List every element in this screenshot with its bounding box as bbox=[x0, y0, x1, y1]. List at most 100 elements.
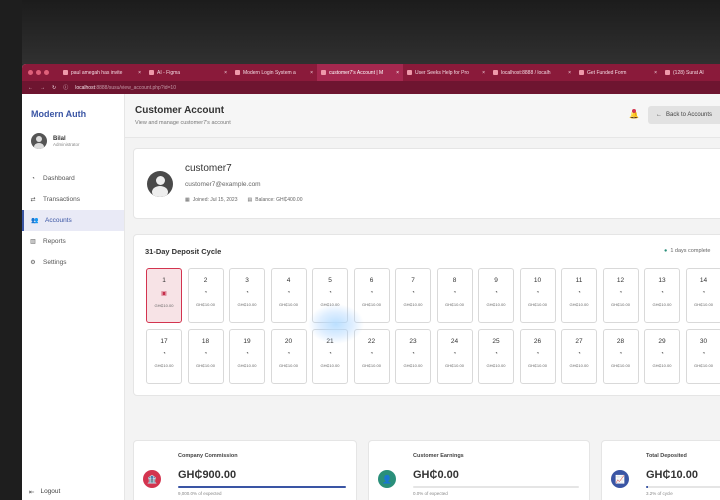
browser-tab[interactable]: Get Funded Form × bbox=[575, 64, 661, 81]
deposit-day-cell[interactable]: 4 ◔ GH₵10.00 bbox=[270, 268, 307, 323]
brand-logo[interactable]: Modern Auth bbox=[22, 94, 124, 119]
browser-tab[interactable]: paul amegah has invite × bbox=[59, 64, 145, 81]
deposit-day-cell[interactable]: 22 ◔ GH₵10.00 bbox=[353, 329, 390, 384]
tab-close-icon[interactable]: × bbox=[310, 70, 313, 76]
clock-icon: ◔ bbox=[369, 351, 374, 357]
deposit-day-cell[interactable]: 18 ◔ GH₵10.00 bbox=[187, 329, 224, 384]
deposit-day-amount: GH₵10.00 bbox=[196, 302, 215, 307]
stat-label: Customer Earnings bbox=[413, 453, 464, 459]
close-window-dot[interactable] bbox=[28, 70, 33, 75]
customer-meta: ▦ Joined: Jul 15, 2023 ▤ Balance: GH₵400.0… bbox=[185, 197, 303, 203]
sidebar-item-reports[interactable]: ▥ Reports bbox=[22, 231, 124, 252]
deposit-day-cell[interactable]: 21 ◔ GH₵10.00 bbox=[312, 329, 348, 384]
stat-progress-bar bbox=[646, 486, 720, 488]
deposit-day-cell[interactable]: 30 ◔ GH₵10.00 bbox=[685, 329, 720, 384]
sidebar-item-dashboard[interactable]: ◔ Dashboard bbox=[22, 168, 124, 189]
clock-icon: ◔ bbox=[328, 351, 332, 357]
tab-close-icon[interactable]: × bbox=[138, 70, 141, 76]
main-content: Customer Account View and manage custome… bbox=[125, 94, 720, 500]
clock-icon: ◔ bbox=[411, 290, 415, 296]
reload-icon[interactable]: ↻ bbox=[52, 85, 56, 91]
reports-icon: ▥ bbox=[30, 239, 36, 245]
stat-progress-bar bbox=[178, 486, 346, 488]
forward-arrow-icon[interactable]: → bbox=[40, 85, 45, 91]
deposit-day-cell[interactable]: 1 ▣ GH₵10.00 bbox=[146, 268, 182, 323]
deposit-day-number: 29 bbox=[658, 338, 666, 345]
sidebar-item-label: Dashboard bbox=[43, 175, 75, 182]
deposit-day-number: 19 bbox=[243, 338, 251, 345]
deposit-day-cell[interactable]: 24 ◔ GH₵10.00 bbox=[436, 329, 473, 384]
tab-close-icon[interactable]: × bbox=[654, 70, 657, 76]
deposit-day-cell[interactable]: 7 ◔ GH₵10.00 bbox=[395, 268, 431, 323]
deposit-day-cell[interactable]: 11 ◔ GH₵10.00 bbox=[561, 268, 597, 323]
dashboard-icon: ◔ bbox=[31, 175, 35, 182]
maximize-window-dot[interactable] bbox=[44, 70, 49, 75]
tab-close-icon[interactable]: × bbox=[396, 70, 399, 76]
deposit-day-cell[interactable]: 25 ◔ GH₵10.00 bbox=[478, 329, 514, 384]
browser-tab[interactable]: (128) Surat Al× bbox=[661, 64, 720, 81]
browser-tab[interactable]: User Seeks Help for Pro × bbox=[403, 64, 489, 81]
deposit-day-cell[interactable]: 2 ◔ GH₵10.00 bbox=[187, 268, 224, 323]
deposit-day-cell[interactable]: 17 ◔ GH₵10.00 bbox=[146, 329, 182, 384]
back-to-accounts-button[interactable]: ← Back to Accounts bbox=[648, 106, 720, 124]
stat-value: GH₵900.00 bbox=[178, 469, 237, 481]
deposit-day-cell[interactable]: 14 ◔ GH₵10.00 bbox=[685, 268, 720, 323]
deposit-day-cell[interactable]: 13 ◔ GH₵10.00 bbox=[644, 268, 680, 323]
deposit-day-cell[interactable]: 20 ◔ GH₵10.00 bbox=[270, 329, 307, 384]
tab-favicon-icon bbox=[63, 70, 68, 75]
settings-icon: ⚙ bbox=[30, 260, 36, 266]
user-role: Administrator bbox=[53, 141, 80, 147]
deposit-day-cell[interactable]: 10 ◔ GH₵10.00 bbox=[519, 268, 556, 323]
user-profile: Bilal Administrator bbox=[22, 119, 124, 149]
deposit-day-cell[interactable]: 29 ◔ GH₵10.00 bbox=[644, 329, 680, 384]
tab-favicon-icon bbox=[235, 70, 240, 75]
deposit-day-number: 14 bbox=[699, 277, 708, 284]
clock-icon: ◔ bbox=[660, 351, 664, 357]
deposit-day-cell[interactable]: 9 ◔ GH₵10.00 bbox=[478, 268, 514, 323]
customer-email: customer7@example.com bbox=[185, 181, 261, 188]
stat-label: Company Commission bbox=[178, 453, 238, 459]
deposit-day-cell[interactable]: 28 ◔ GH₵10.00 bbox=[602, 329, 639, 384]
tab-close-icon[interactable]: × bbox=[568, 70, 571, 76]
browser-tab[interactable]: AI - Figma × bbox=[145, 64, 231, 81]
deposit-day-cell[interactable]: 5 ◔ GH₵10.00 bbox=[312, 268, 348, 323]
browser-tab[interactable]: Modern Login System a × bbox=[231, 64, 317, 81]
tab-close-icon[interactable]: × bbox=[482, 70, 485, 76]
deposit-day-cell[interactable]: 19 ◔ GH₵10.00 bbox=[229, 329, 265, 384]
deposit-day-cell[interactable]: 26 ◔ GH₵10.00 bbox=[519, 329, 556, 384]
window-controls[interactable] bbox=[28, 70, 49, 75]
deposit-day-amount: GH₵10.00 bbox=[154, 363, 174, 368]
site-info-icon[interactable]: ⓘ bbox=[63, 84, 68, 91]
sidebar-item-settings[interactable]: ⚙ Settings bbox=[22, 252, 124, 273]
deposit-day-amount: GH₵10.00 bbox=[611, 302, 630, 307]
back-arrow-icon[interactable]: ← bbox=[28, 85, 33, 91]
sidebar-item-label: Reports bbox=[43, 238, 66, 245]
clock-icon: ◔ bbox=[411, 351, 415, 357]
sidebar-item-transactions[interactable]: ⇄ Transactions bbox=[22, 189, 124, 210]
clock-icon: ◔ bbox=[162, 351, 166, 357]
deposit-day-cell[interactable]: 6 ◔ GH₵10.00 bbox=[353, 268, 390, 323]
browser-tab[interactable]: localhost:8888 / localh × bbox=[489, 64, 575, 81]
deposit-day-cell[interactable]: 27 ◔ GH₵10.00 bbox=[561, 329, 597, 384]
screen: paul amegah has invite × AI - Figma × Modern… bbox=[22, 64, 720, 500]
deposit-day-cell[interactable]: 23 ◔ GH₵10.00 bbox=[395, 329, 431, 384]
laptop-bezel-left bbox=[0, 0, 22, 500]
stat-value: GH₵0.00 bbox=[413, 469, 459, 481]
deposit-day-cell[interactable]: 12 ◔ GH₵10.00 bbox=[602, 268, 639, 323]
stat-label: Total Deposited bbox=[646, 453, 687, 459]
deposit-day-cell[interactable]: 3 ◔ GH₵10.00 bbox=[229, 268, 265, 323]
deposit-day-amount: GH₵10.00 bbox=[486, 302, 506, 307]
minimize-window-dot[interactable] bbox=[36, 70, 41, 75]
sidebar-item-accounts[interactable]: 👥 Accounts bbox=[22, 210, 124, 231]
browser-tab[interactable]: customer7's Account | M × bbox=[317, 64, 403, 81]
wallet-icon: ▤ bbox=[247, 197, 253, 203]
clock-icon: ◔ bbox=[494, 351, 498, 357]
logout-link[interactable]: ⇤ Logout bbox=[29, 488, 60, 496]
url-field[interactable]: localhost:8888/susu/view_account.php?id=… bbox=[75, 85, 176, 91]
clock-icon: ◔ bbox=[494, 290, 498, 296]
tab-close-icon[interactable]: × bbox=[224, 70, 227, 76]
deposit-day-number: 10 bbox=[533, 277, 542, 284]
sidebar-nav: ◔ Dashboard ⇄ Transactions 👥 Accounts ▥ Reports… bbox=[22, 168, 124, 273]
deposit-day-cell[interactable]: 8 ◔ GH₵10.00 bbox=[436, 268, 473, 323]
tab-favicon-icon bbox=[407, 70, 412, 75]
